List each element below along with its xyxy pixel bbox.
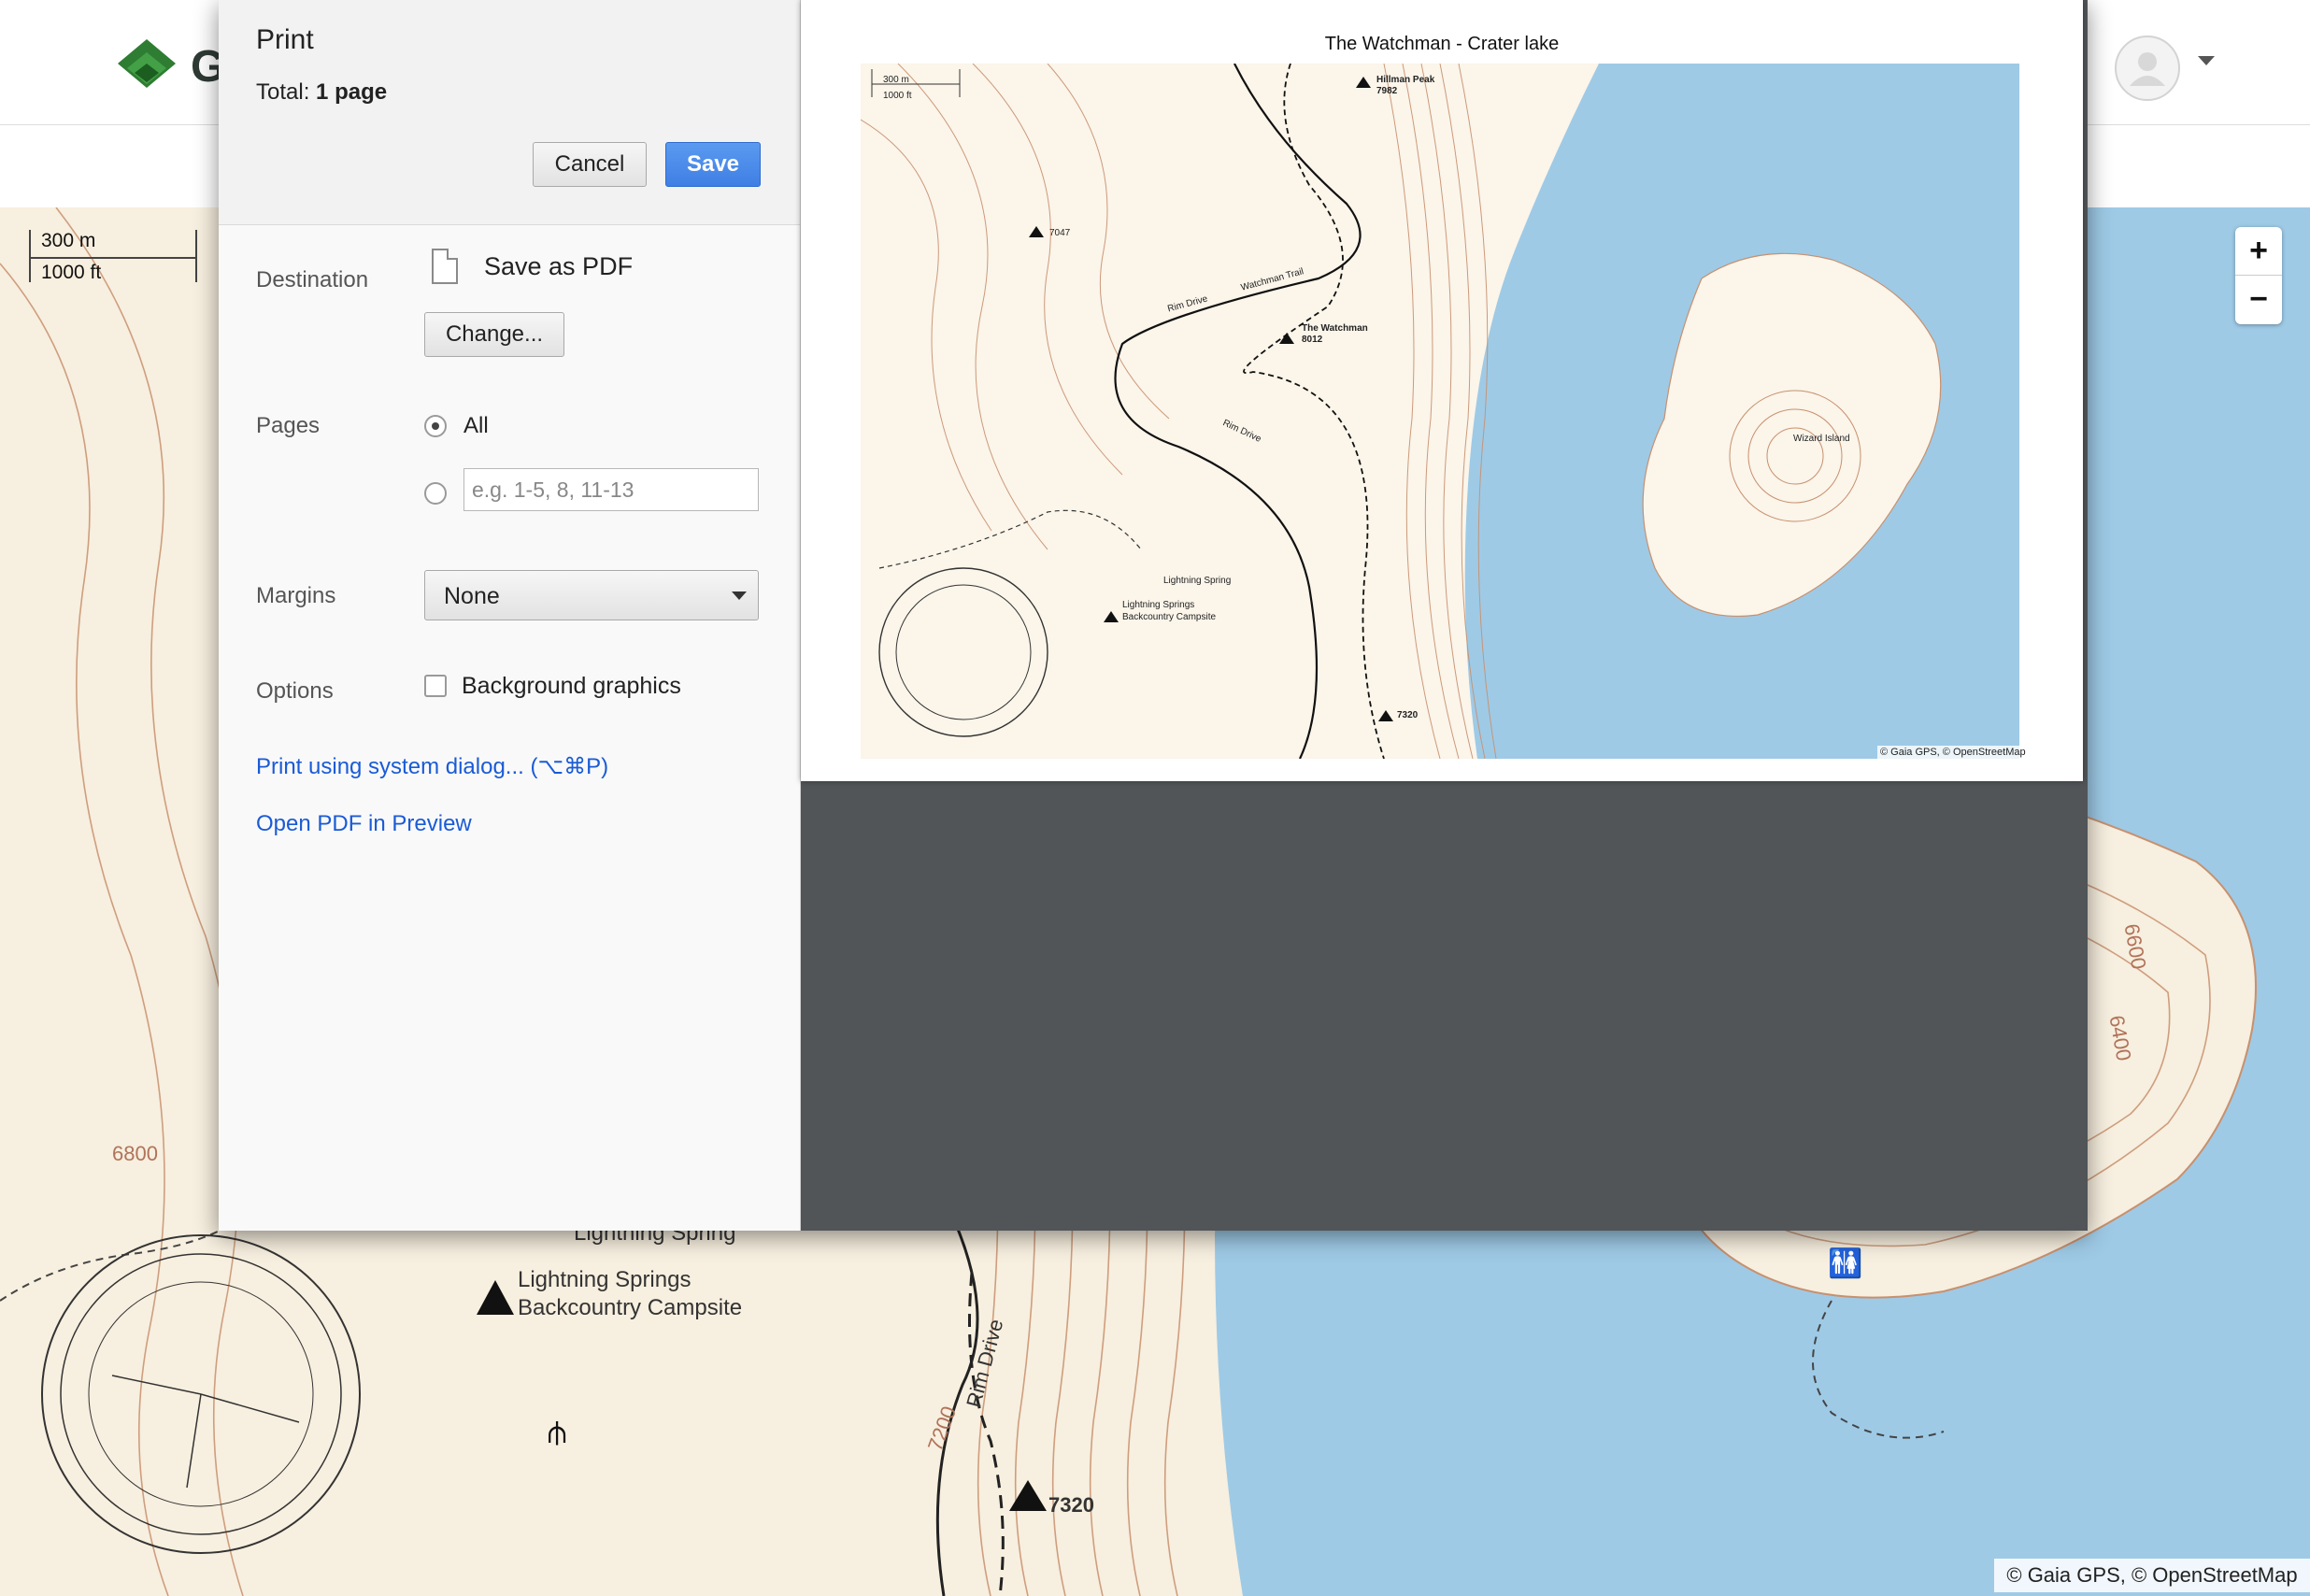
page-total-label: Total: bbox=[256, 79, 310, 105]
print-settings-header: Print Total: 1 page Cancel Save bbox=[219, 0, 800, 225]
map-scale-bar: 300 m 1000 ft bbox=[28, 230, 198, 286]
change-destination-button[interactable]: Change... bbox=[424, 312, 564, 357]
gaia-logo-icon[interactable] bbox=[114, 36, 179, 101]
preview-page: The Watchman - Crater lake 300 m 1000 ft… bbox=[801, 0, 2083, 781]
margins-select[interactable]: None bbox=[424, 570, 759, 620]
scale-metric: 300 m bbox=[41, 230, 96, 251]
scale-imperial: 1000 ft bbox=[41, 262, 102, 283]
user-avatar[interactable] bbox=[2115, 36, 2180, 101]
chevron-down-icon bbox=[732, 591, 747, 600]
svg-text:⫛: ⫛ bbox=[548, 1414, 566, 1451]
print-dialog: Print Total: 1 page Cancel Save Destinat… bbox=[219, 0, 2088, 1231]
destination-label: Destination bbox=[256, 267, 369, 292]
zoom-out-button[interactable]: − bbox=[2235, 276, 2282, 323]
preview-scale-imperial: 1000 ft bbox=[883, 91, 912, 101]
background-graphics-label[interactable]: Background graphics bbox=[462, 673, 681, 700]
preview-campsite-line2: Backcountry Campsite bbox=[1122, 612, 1217, 622]
open-pdf-preview-link[interactable]: Open PDF in Preview bbox=[256, 811, 472, 837]
preview-hillman-elev: 7982 bbox=[1376, 86, 1398, 96]
campsite-label-line2: Backcountry Campsite bbox=[518, 1295, 743, 1320]
pages-label: Pages bbox=[256, 413, 321, 438]
pages-all-label: All bbox=[463, 413, 489, 438]
preview-title: The Watchman - Crater lake bbox=[1324, 34, 1560, 54]
preview-wizard-island: Wizard Island bbox=[1793, 434, 1850, 444]
preview-peak-7047: 7047 bbox=[1049, 228, 1071, 238]
preview-watchman-elev: 8012 bbox=[1302, 335, 1323, 345]
preview-scale-metric: 300 m bbox=[883, 75, 909, 85]
margins-label: Margins bbox=[256, 583, 336, 608]
map-attribution: © Gaia GPS, © OpenStreetMap bbox=[1994, 1559, 2310, 1592]
print-dialog-title: Print bbox=[256, 24, 314, 55]
preview-lightning-spring: Lightning Spring bbox=[1163, 576, 1232, 586]
preview-peak-7320: 7320 bbox=[1397, 710, 1419, 720]
print-settings-panel: Print Total: 1 page Cancel Save Destinat… bbox=[219, 0, 801, 1231]
page-total: Total: 1 page bbox=[256, 79, 387, 106]
destination-value: Save as PDF bbox=[484, 252, 634, 280]
cancel-button[interactable]: Cancel bbox=[533, 142, 647, 187]
preview-hillman-peak: Hillman Peak bbox=[1376, 75, 1435, 85]
system-dialog-link[interactable]: Print using system dialog... (⌥⌘P) bbox=[256, 753, 608, 780]
svg-text:🚻: 🚻 bbox=[1828, 1247, 1862, 1280]
print-preview-area: The Watchman - Crater lake 300 m 1000 ft… bbox=[801, 0, 2088, 1231]
preview-attribution: © Gaia GPS, © OpenStreetMap bbox=[1877, 746, 2029, 759]
margins-selected-value: None bbox=[444, 583, 500, 609]
zoom-control: + − bbox=[2235, 227, 2282, 324]
background-graphics-checkbox[interactable] bbox=[424, 675, 447, 697]
preview-watchman: The Watchman bbox=[1302, 323, 1368, 334]
pdf-file-icon bbox=[432, 249, 458, 284]
zoom-in-button[interactable]: + bbox=[2235, 227, 2282, 276]
campsite-label-line1: Lightning Springs bbox=[518, 1267, 692, 1292]
pages-range-input[interactable] bbox=[463, 468, 759, 511]
page-total-value: 1 page bbox=[316, 79, 388, 105]
preview-map bbox=[861, 64, 2019, 759]
options-label: Options bbox=[256, 678, 334, 704]
user-icon bbox=[2130, 52, 2165, 86]
pages-all-radio[interactable] bbox=[424, 415, 447, 437]
user-menu-caret-icon[interactable] bbox=[2198, 56, 2215, 65]
save-button[interactable]: Save bbox=[665, 142, 761, 187]
summit-label: 7320 bbox=[1048, 1493, 1094, 1517]
preview-campsite-line1: Lightning Springs bbox=[1122, 600, 1195, 610]
pages-custom-radio[interactable] bbox=[424, 482, 447, 505]
contour-label: 6800 bbox=[112, 1142, 158, 1165]
